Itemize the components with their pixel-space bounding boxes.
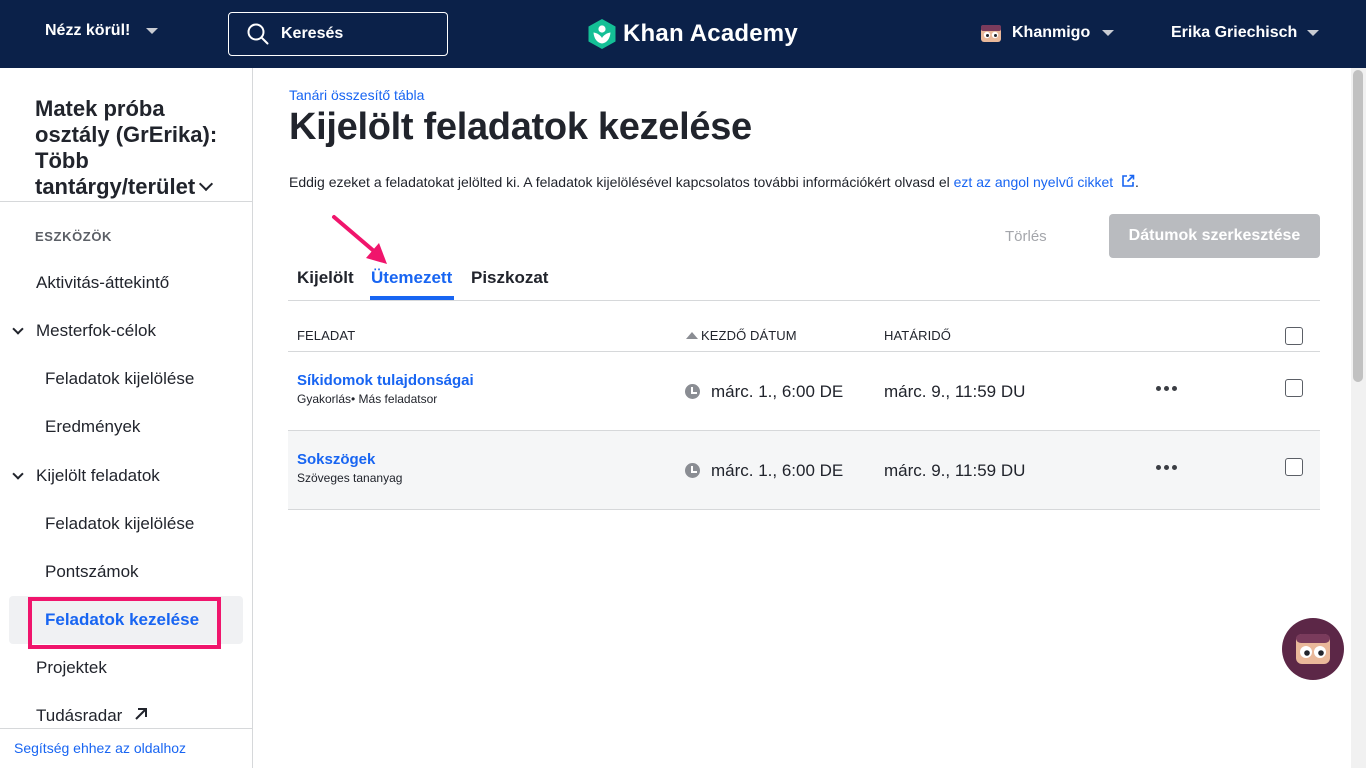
khan-logo-icon — [588, 19, 616, 49]
caret-down-icon — [1102, 30, 1115, 36]
intro-body: Eddig ezeket a feladatokat jelölted ki. … — [289, 174, 954, 190]
sidebar-item-mastery-goals[interactable]: Mesterfok-célok — [36, 321, 156, 341]
divider — [288, 351, 1320, 352]
khanmigo-label: Khanmigo — [1012, 24, 1091, 41]
sidebar-item-assign-mastery[interactable]: Feladatok kijelölése — [45, 369, 194, 389]
sort-ascending-icon — [686, 332, 698, 339]
sidebar-item-results[interactable]: Eredmények — [45, 417, 140, 437]
caret-down-icon — [1307, 30, 1320, 36]
external-link-icon — [1122, 174, 1135, 187]
sidebar-item-activity-overview[interactable]: Aktivitás-áttekintő — [36, 273, 169, 293]
khanmigo-face-icon — [1296, 634, 1330, 664]
sidebar-item-knowledge-radar[interactable]: Tudásradar — [36, 706, 149, 726]
sidebar: Matek próba osztály (GrErika): Több tant… — [0, 68, 253, 768]
khanmigo-menu-button[interactable]: Khanmigo — [980, 22, 1115, 44]
divider — [288, 509, 1320, 510]
explore-menu-button[interactable]: Nézz körül! — [45, 22, 159, 40]
edit-dates-button[interactable]: Dátumok szerkesztése — [1109, 214, 1320, 258]
khanmigo-chat-button[interactable] — [1282, 618, 1344, 680]
divider — [0, 201, 252, 202]
chevron-down-icon[interactable] — [12, 468, 24, 480]
search-icon — [247, 23, 269, 45]
sidebar-item-assign-tasks[interactable]: Feladatok kijelölése — [45, 514, 194, 534]
brand-name: Khan Academy — [623, 20, 798, 47]
start-date: márc. 1., 6:00 DE — [711, 382, 844, 401]
column-header-task: FELADAT — [297, 328, 356, 343]
search-input[interactable]: Keresés — [228, 12, 448, 56]
task-type: Szöveges tananyag — [297, 471, 403, 485]
task-title-link[interactable]: Síkidomok tulajdonságai — [297, 372, 474, 389]
column-header-start-date[interactable]: KEZDŐ DÁTUM — [686, 328, 797, 343]
breadcrumb[interactable]: Tanári összesítő tábla — [289, 87, 424, 103]
column-header-due-date: HATÁRIDŐ — [884, 328, 952, 343]
user-name: Erika Griechisch — [1171, 24, 1298, 41]
due-date: márc. 9., 11:59 DU — [884, 461, 1026, 480]
khan-academy-logo[interactable]: Khan Academy — [587, 18, 798, 50]
sidebar-item-label: Tudásradar — [36, 706, 123, 725]
tab-assigned[interactable]: Kijelölt — [297, 268, 354, 288]
khanmigo-avatar-icon — [981, 25, 1001, 42]
row-checkbox[interactable] — [1285, 458, 1303, 476]
caret-down-icon — [146, 28, 159, 34]
external-arrow-icon — [135, 708, 148, 720]
more-options-icon[interactable] — [1156, 386, 1177, 391]
tab-draft[interactable]: Piszkozat — [471, 268, 548, 288]
task-type: Gyakorlás• Más feladatsor — [297, 392, 438, 406]
explore-label: Nézz körül! — [45, 22, 131, 39]
intro-text: Eddig ezeket a feladatokat jelölted ki. … — [289, 174, 1139, 190]
delete-button[interactable]: Törlés — [1005, 228, 1047, 245]
task-title-link[interactable]: Sokszögek — [297, 451, 375, 468]
clock-icon — [685, 384, 700, 399]
user-menu-button[interactable]: Erika Griechisch — [1171, 24, 1320, 42]
sidebar-item-projects[interactable]: Projektek — [36, 658, 107, 678]
highlight-box — [28, 597, 221, 649]
class-title: Matek próba osztály (GrErika): Több tant… — [35, 96, 218, 199]
sidebar-item-scores[interactable]: Pontszámok — [45, 562, 139, 582]
intro-end: . — [1135, 174, 1139, 190]
chevron-down-icon[interactable] — [12, 323, 24, 335]
column-header-label: KEZDŐ DÁTUM — [701, 328, 797, 343]
pointer-arrow-icon — [332, 215, 387, 264]
due-date: márc. 9., 11:59 DU — [884, 382, 1026, 401]
tools-header: ESZKÖZÖK — [35, 229, 113, 244]
select-all-checkbox[interactable] — [1285, 327, 1303, 345]
divider — [0, 728, 252, 729]
sidebar-item-assigned-tasks[interactable]: Kijelölt feladatok — [36, 466, 160, 486]
tab-scheduled[interactable]: Ütemezett — [371, 268, 452, 288]
chevron-down-icon — [199, 176, 214, 192]
article-link-label: ezt az angol nyelvű cikket — [953, 174, 1114, 190]
article-link[interactable]: ezt az angol nyelvű cikket — [954, 174, 1135, 190]
help-link[interactable]: Segítség ehhez az oldalhoz — [14, 740, 186, 756]
top-navigation: Nézz körül! Keresés Khan Academy Khanmig… — [0, 0, 1366, 68]
scrollbar-thumb[interactable] — [1353, 70, 1363, 382]
row-checkbox[interactable] — [1285, 379, 1303, 397]
search-placeholder: Keresés — [281, 25, 344, 42]
class-selector[interactable]: Matek próba osztály (GrErika): Több tant… — [35, 96, 245, 200]
clock-icon — [685, 463, 700, 478]
start-date: márc. 1., 6:00 DE — [711, 461, 844, 480]
more-options-icon[interactable] — [1156, 465, 1177, 470]
page-title: Kijelölt feladatok kezelése — [289, 106, 752, 148]
divider — [288, 300, 1320, 301]
